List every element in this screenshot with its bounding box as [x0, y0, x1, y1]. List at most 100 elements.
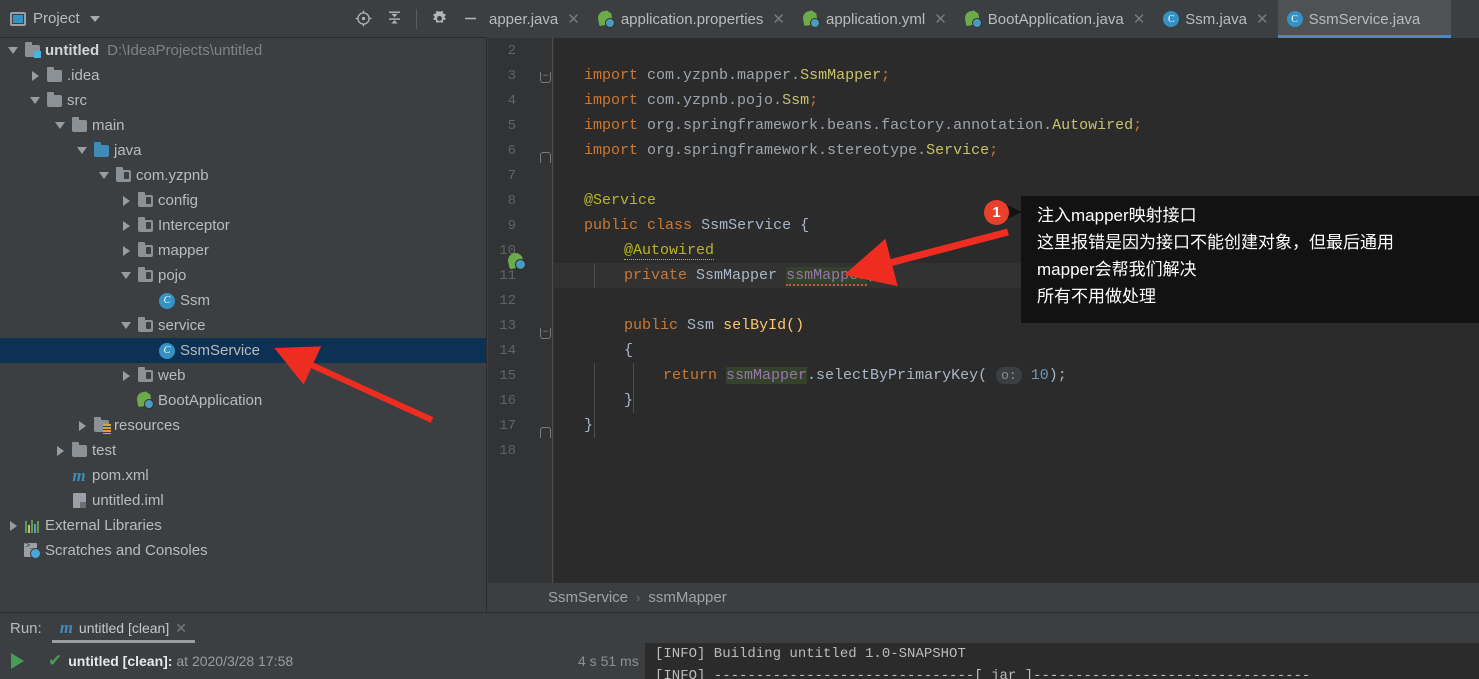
- collapse-all-icon[interactable]: [385, 10, 403, 28]
- tree-row-src[interactable]: src: [0, 88, 486, 113]
- package-icon: [135, 241, 155, 257]
- tree-row-service[interactable]: service: [0, 313, 486, 338]
- locate-target-icon[interactable]: [354, 10, 372, 28]
- chevron-right-icon[interactable]: [73, 420, 91, 431]
- close-icon[interactable]: ✕: [934, 10, 947, 28]
- code-line-5: import org.springframework.beans.factory…: [584, 117, 1143, 134]
- breadcrumb-item-field[interactable]: ssmMapper: [648, 589, 726, 606]
- indent-guide: [594, 263, 595, 288]
- tree-row-java[interactable]: java: [0, 138, 486, 163]
- tree-row-idea[interactable]: .idea: [0, 63, 486, 88]
- chevron-right-icon[interactable]: [51, 445, 69, 456]
- fold-method-icon[interactable]: −: [540, 328, 551, 339]
- editor-tab-application-properties[interactable]: application.properties ✕: [588, 0, 794, 38]
- minimize-icon[interactable]: [461, 10, 479, 28]
- tree-row-interceptor[interactable]: Interceptor: [0, 213, 486, 238]
- run-panel-label: Run:: [10, 619, 42, 637]
- tree-row-ssmservice[interactable]: C SsmService: [0, 338, 486, 363]
- tree-row-external-libraries[interactable]: External Libraries: [0, 513, 486, 538]
- fold-imports-end-icon[interactable]: [540, 152, 551, 163]
- tree-row-untitled-iml[interactable]: untitled.iml: [0, 488, 486, 513]
- project-tree[interactable]: untitled D:\IdeaProjects\untitled .idea …: [0, 38, 487, 612]
- java-class-icon: C: [157, 342, 177, 359]
- run-console-output[interactable]: [INFO] Building untitled 1.0-SNAPSHOT [I…: [645, 643, 1479, 679]
- run-play-icon[interactable]: [0, 653, 34, 669]
- chevron-down-icon[interactable]: [89, 15, 100, 22]
- project-panel-title: Project: [33, 10, 80, 27]
- tree-item-label: com.yzpnb: [136, 167, 209, 184]
- tree-row-config[interactable]: config: [0, 188, 486, 213]
- tree-row-web[interactable]: web: [0, 363, 486, 388]
- tree-row-resources[interactable]: resources: [0, 413, 486, 438]
- tree-row-test[interactable]: test: [0, 438, 486, 463]
- package-icon: [135, 316, 155, 332]
- close-icon[interactable]: ✕: [1256, 10, 1269, 28]
- line-number: 9: [507, 218, 516, 234]
- chevron-down-icon[interactable]: [117, 322, 135, 329]
- tree-row-bootapplication[interactable]: BootApplication: [0, 388, 486, 413]
- chevron-down-icon[interactable]: [4, 47, 22, 54]
- editor-tab-bootapplication[interactable]: BootApplication.java ✕: [955, 0, 1155, 38]
- source-folder-icon: [91, 141, 111, 157]
- chevron-right-icon[interactable]: [117, 220, 135, 231]
- chevron-down-icon[interactable]: [51, 122, 69, 129]
- fold-imports-icon[interactable]: −: [540, 72, 551, 83]
- chevron-right-icon[interactable]: [117, 245, 135, 256]
- java-class-icon: C: [1163, 11, 1180, 27]
- chevron-right-icon[interactable]: [117, 195, 135, 206]
- breadcrumb[interactable]: SsmService › ssmMapper: [488, 583, 1479, 612]
- tree-row-main[interactable]: main: [0, 113, 486, 138]
- chevron-down-icon[interactable]: [26, 97, 44, 104]
- editor-tab-application-yml[interactable]: application.yml ✕: [793, 0, 956, 38]
- tree-row-pojo[interactable]: pojo: [0, 263, 486, 288]
- callout-tail: [1007, 205, 1022, 219]
- tree-row-com-yzpnb[interactable]: com.yzpnb: [0, 163, 486, 188]
- line-number: 16: [499, 393, 516, 409]
- editor-tab-apper[interactable]: apper.java ✕: [487, 0, 589, 38]
- console-line-2: [INFO] -------------------------------[ …: [655, 668, 1311, 679]
- spring-boot-icon: [801, 9, 820, 28]
- tree-item-label: main: [92, 117, 125, 134]
- spring-bean-gutter-icon[interactable]: [506, 251, 526, 270]
- tree-row-scratches[interactable]: Scratches and Consoles: [0, 538, 486, 563]
- close-icon[interactable]: ✕: [1133, 10, 1146, 28]
- indent-guide: [594, 363, 595, 438]
- tree-row-mapper[interactable]: mapper: [0, 238, 486, 263]
- project-tool-window-button[interactable]: Project: [0, 10, 100, 27]
- close-icon[interactable]: ✕: [175, 620, 187, 637]
- fold-method-end-icon[interactable]: [540, 427, 551, 438]
- chevron-right-icon[interactable]: [4, 520, 22, 531]
- code-line-14: {: [624, 342, 634, 359]
- folder-icon: [44, 66, 64, 82]
- breadcrumb-item-class[interactable]: SsmService: [548, 589, 628, 606]
- tree-row-untitled[interactable]: untitled D:\IdeaProjects\untitled: [0, 38, 486, 63]
- editor-tab-ssm[interactable]: C Ssm.java ✕: [1154, 0, 1278, 38]
- chevron-down-icon[interactable]: [73, 147, 91, 154]
- tree-item-label: Ssm: [180, 292, 210, 309]
- scratches-icon: [22, 541, 42, 559]
- code-line-8: @Service: [584, 192, 657, 209]
- success-check-icon: ✔: [48, 651, 63, 670]
- tree-item-label: Interceptor: [158, 217, 230, 234]
- run-status-time: at 2020/3/28 17:58: [176, 653, 294, 669]
- chevron-right-icon[interactable]: [26, 70, 44, 81]
- line-number: 15: [499, 368, 516, 384]
- settings-gear-icon[interactable]: [430, 10, 448, 28]
- close-icon[interactable]: ✕: [567, 10, 580, 28]
- package-icon: [135, 366, 155, 382]
- line-number: 3: [507, 68, 516, 84]
- run-tab-label: untitled [clean]: [78, 620, 170, 636]
- toolbar-divider: [416, 8, 417, 29]
- project-panel-header: Project: [0, 0, 487, 38]
- editor-gutter[interactable]: 2 3 4 5 6 7 8 9 10 11 12 13 14 15 16 17 …: [488, 38, 554, 583]
- chevron-right-icon[interactable]: [117, 370, 135, 381]
- chevron-down-icon[interactable]: [117, 272, 135, 279]
- editor-tab-ssmservice[interactable]: C SsmService.java ✕: [1277, 0, 1452, 38]
- tree-row-pom-xml[interactable]: m pom.xml: [0, 463, 486, 488]
- run-tab-untitled-clean[interactable]: m untitled [clean] ✕: [51, 614, 196, 643]
- chevron-down-icon[interactable]: [95, 172, 113, 179]
- close-icon[interactable]: ✕: [772, 10, 785, 28]
- iml-file-icon: [69, 493, 89, 508]
- tree-item-label: src: [67, 92, 87, 109]
- tree-row-ssm[interactable]: C Ssm: [0, 288, 486, 313]
